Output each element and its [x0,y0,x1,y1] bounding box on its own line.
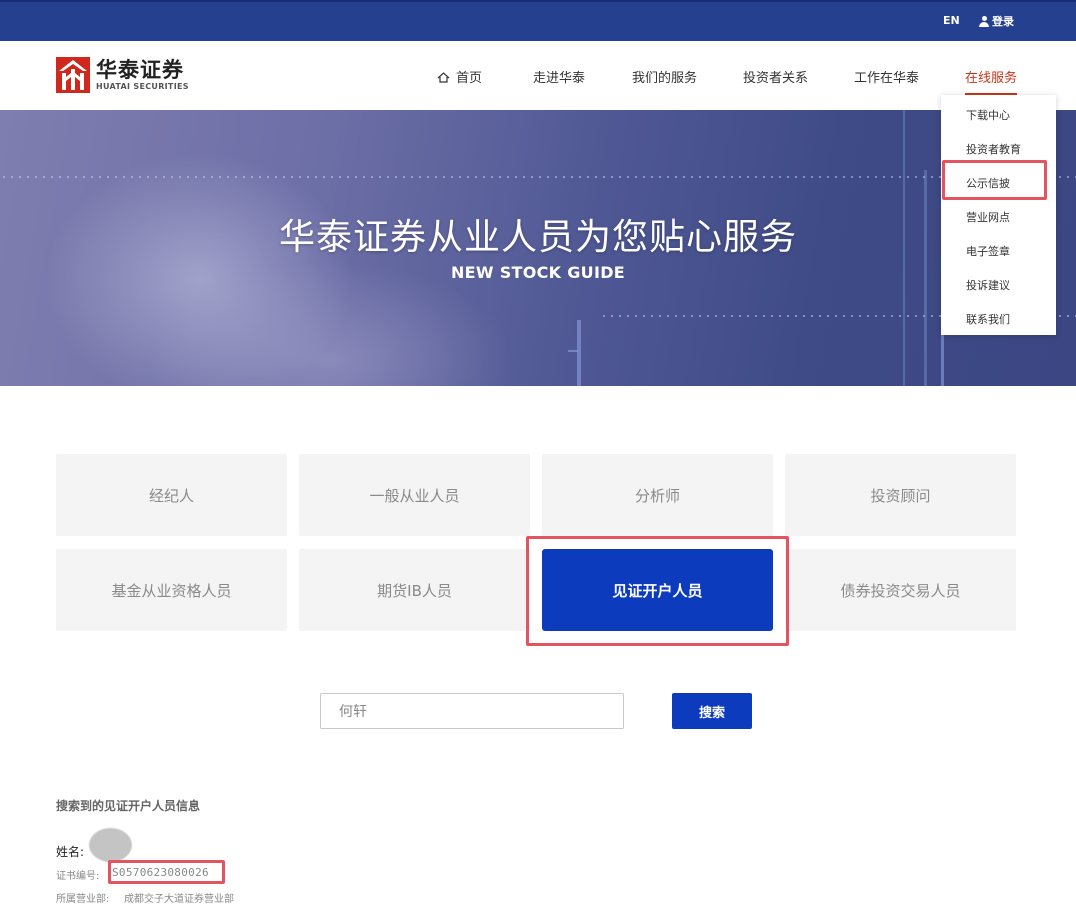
dropdown-item-complaints[interactable]: 投诉建议 [966,277,1010,293]
nav-services[interactable]: 我们的服务 [632,67,697,86]
dropdown-item-e-signature[interactable]: 电子签章 [966,243,1010,259]
banner-candle-tick [568,350,578,352]
branch-label: 所属营业部: [56,894,110,905]
banner-subtitle: NEW STOCK GUIDE [450,263,626,282]
nav-investor-relations[interactable]: 投资者关系 [743,67,808,86]
banner-title: 华泰证券从业人员为您贴心服务 [278,217,797,258]
nav-home[interactable]: 首页 [437,67,482,86]
banner-candle [577,320,581,386]
main-nav: 首页 走进华泰 我们的服务 投资者关系 工作在华泰 在线服务 [0,67,1076,95]
category-bond-trading[interactable]: 债券投资交易人员 [785,549,1016,631]
category-broker[interactable]: 经纪人 [56,454,287,536]
category-witness-account-opening[interactable]: 见证开户人员 [542,549,773,631]
login-label: 登录 [992,15,1014,28]
cert-label: 证书编号: [56,871,100,882]
name-redacted [89,828,132,862]
site-header: 华泰证券 HUATAI SECURITIES 首页 走进华泰 我们的服务 投资者… [0,41,1076,110]
name-label: 姓名: [56,845,85,859]
nav-online-services[interactable]: 在线服务 [965,67,1018,95]
category-futures-ib[interactable]: 期货IB人员 [299,549,530,631]
dropdown-item-branches[interactable]: 营业网点 [966,209,1010,225]
category-analyst[interactable]: 分析师 [542,454,773,536]
user-icon [979,15,989,27]
language-switch[interactable]: EN [943,14,960,27]
search-input-value: 何轩 [339,704,367,720]
search-button[interactable]: 搜索 [672,693,752,729]
home-icon [437,72,450,83]
cert-value: S0570623080026 [112,866,209,879]
category-general-staff[interactable]: 一般从业人员 [299,454,530,536]
dropdown-item-investor-education[interactable]: 投资者教育 [966,141,1021,157]
banner-dot-line [0,176,1076,178]
nav-careers[interactable]: 工作在华泰 [854,67,919,86]
result-title: 搜索到的见证开户人员信息 [56,799,201,813]
online-services-dropdown: 下载中心 投资者教育 公示信披 营业网点 电子签章 投诉建议 联系我们 [941,95,1056,335]
category-investment-advisor[interactable]: 投资顾问 [785,454,1016,536]
nav-about[interactable]: 走进华泰 [533,67,585,86]
category-fund-qualified[interactable]: 基金从业资格人员 [56,549,287,631]
dropdown-item-downloads[interactable]: 下载中心 [966,107,1010,123]
login-link[interactable]: 登录 [979,13,1014,29]
dropdown-item-disclosure[interactable]: 公示信披 [966,175,1010,191]
hero-banner: 华泰证券从业人员为您贴心服务 NEW STOCK GUIDE [0,110,1076,386]
top-bar: EN 登录 [0,0,1076,41]
branch-value: 成都交子大道证券营业部 [124,894,234,905]
dropdown-item-contact[interactable]: 联系我们 [966,311,1010,327]
search-input[interactable]: 何轩 [320,693,624,729]
